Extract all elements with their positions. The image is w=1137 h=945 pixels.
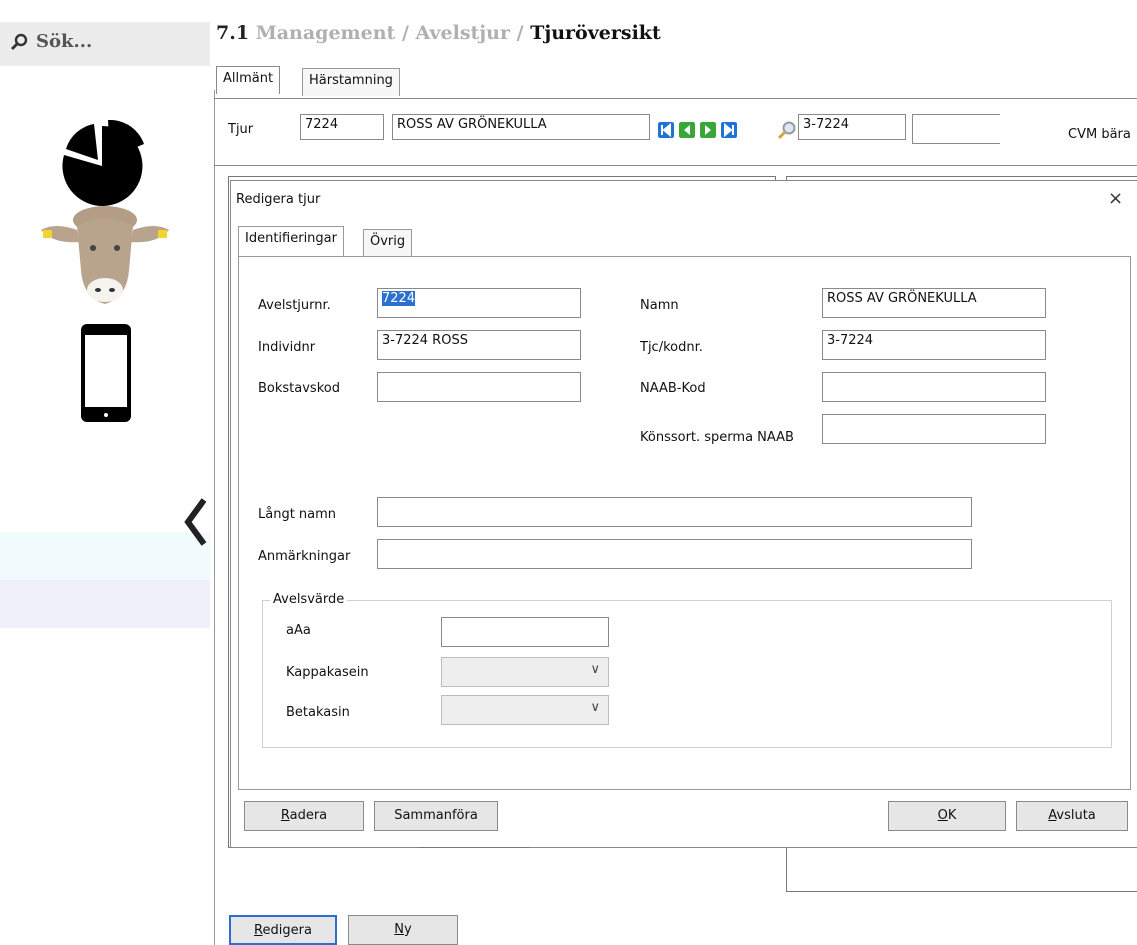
magnifier-icon[interactable]	[777, 120, 797, 140]
langt-namn-field[interactable]	[377, 497, 972, 527]
page-title: Tjuröversikt	[530, 22, 661, 44]
tab-identifieringar[interactable]: Identifieringar	[238, 226, 344, 256]
next-record-icon[interactable]	[700, 122, 716, 138]
bokstavskod-field[interactable]	[377, 372, 581, 402]
chevron-down-icon: ∨	[590, 700, 600, 715]
redigera-button[interactable]: Redigera	[229, 915, 337, 945]
anmarkningar-label: Anmärkningar	[258, 549, 351, 564]
ny-button[interactable]: Ny	[348, 915, 458, 945]
betakasin-select[interactable]: ∨	[441, 695, 609, 725]
avelstjurnr-field[interactable]: 7224	[377, 288, 581, 318]
search-icon	[11, 33, 28, 50]
top-cutoff-strip	[0, 0, 1137, 14]
tjur-name-field[interactable]: ROSS AV GRÖNEKULLA	[392, 114, 650, 140]
breadcrumb-separator: /	[516, 22, 524, 44]
search-box[interactable]: Sök...	[0, 22, 210, 66]
redigera-accel: R	[254, 923, 263, 938]
breadcrumb-management[interactable]: Management	[256, 22, 396, 44]
sammanfora-button[interactable]: Sammanföra	[374, 801, 498, 831]
tjur-extra-field[interactable]	[912, 114, 1000, 144]
naab-kod-label: NAAB-Kod	[640, 381, 706, 396]
namn-label: Namn	[640, 298, 679, 313]
avelstjurnr-value: 7224	[382, 291, 416, 306]
tjc-kodnr-label: Tjc/kodnr.	[640, 340, 703, 355]
sidebar-band-cyan	[0, 532, 210, 580]
radera-accel: R	[280, 808, 290, 823]
cow-icon[interactable]	[35, 200, 175, 312]
redigera-label: edigera	[262, 923, 312, 938]
kappakasein-select[interactable]: ∨	[441, 657, 609, 687]
sidebar-band-lavender	[0, 580, 210, 628]
avsluta-label: vsluta	[1056, 808, 1096, 823]
tab-harstamning[interactable]: Härstamning	[302, 68, 400, 96]
avelsvarde-title: Avelsvärde	[270, 592, 348, 607]
pie-chart-icon[interactable]	[58, 120, 154, 212]
bokstavskod-label: Bokstavskod	[258, 381, 340, 396]
avsluta-button[interactable]: Avsluta	[1016, 801, 1128, 831]
chevron-down-icon: ∨	[590, 662, 600, 677]
individnr-field[interactable]: 3-7224 ROSS	[377, 330, 581, 360]
previous-record-icon[interactable]	[679, 122, 695, 138]
avelsvarde-group	[262, 600, 1112, 748]
first-record-icon[interactable]	[658, 122, 674, 138]
tab-ovrig[interactable]: Övrig	[363, 229, 413, 256]
ny-accel: N	[394, 922, 405, 937]
background-divider	[418, 834, 530, 848]
ny-label: y	[404, 922, 412, 937]
cvm-label: CVM bära	[1068, 127, 1131, 142]
search-label: Sök...	[36, 31, 93, 52]
avelstjurnr-label: Avelstjurnr.	[258, 298, 331, 313]
tjur-code-field[interactable]: 3-7224	[798, 114, 906, 140]
langt-namn-label: Långt namn	[258, 507, 337, 522]
konssort-sperma-field[interactable]	[822, 414, 1046, 444]
radera-button[interactable]: Radera	[244, 801, 364, 831]
betakasin-label: Betakasin	[286, 705, 350, 720]
naab-kod-field[interactable]	[822, 372, 1046, 402]
collapse-chevron-icon[interactable]	[184, 498, 208, 546]
last-record-icon[interactable]	[721, 122, 737, 138]
breadcrumb-separator: /	[401, 22, 409, 44]
namn-field[interactable]: ROSS AV GRÖNEKULLA	[822, 288, 1046, 318]
tjur-number-field[interactable]: 7224	[300, 114, 384, 140]
anmarkningar-field[interactable]	[377, 539, 972, 569]
sidebar: Sök...	[0, 14, 210, 945]
phone-icon[interactable]	[80, 323, 132, 423]
tjc-kodnr-field[interactable]: 3-7224	[822, 330, 1046, 360]
dialog-title: Redigera tjur	[236, 192, 321, 207]
ok-accel: O	[937, 808, 948, 823]
breadcrumb: 7.1 Management / Avelstjur / Tjuröversik…	[216, 22, 661, 44]
radera-label: adera	[289, 808, 328, 823]
ok-label: K	[947, 808, 957, 823]
aaa-field[interactable]	[441, 617, 609, 647]
konssort-sperma-label: Könssort. sperma NAAB	[640, 430, 794, 445]
tab-allmant[interactable]: Allmänt	[216, 66, 281, 94]
breadcrumb-number: 7.1	[216, 22, 250, 44]
ok-button[interactable]: OK	[888, 801, 1006, 831]
tjur-label: Tjur	[228, 122, 254, 137]
kappakasein-label: Kappakasein	[286, 665, 369, 680]
close-icon[interactable]: ×	[1108, 188, 1123, 209]
aaa-label: aAa	[286, 623, 311, 638]
breadcrumb-avelstjur[interactable]: Avelstjur	[416, 22, 511, 44]
individnr-label: Individnr	[258, 340, 316, 355]
